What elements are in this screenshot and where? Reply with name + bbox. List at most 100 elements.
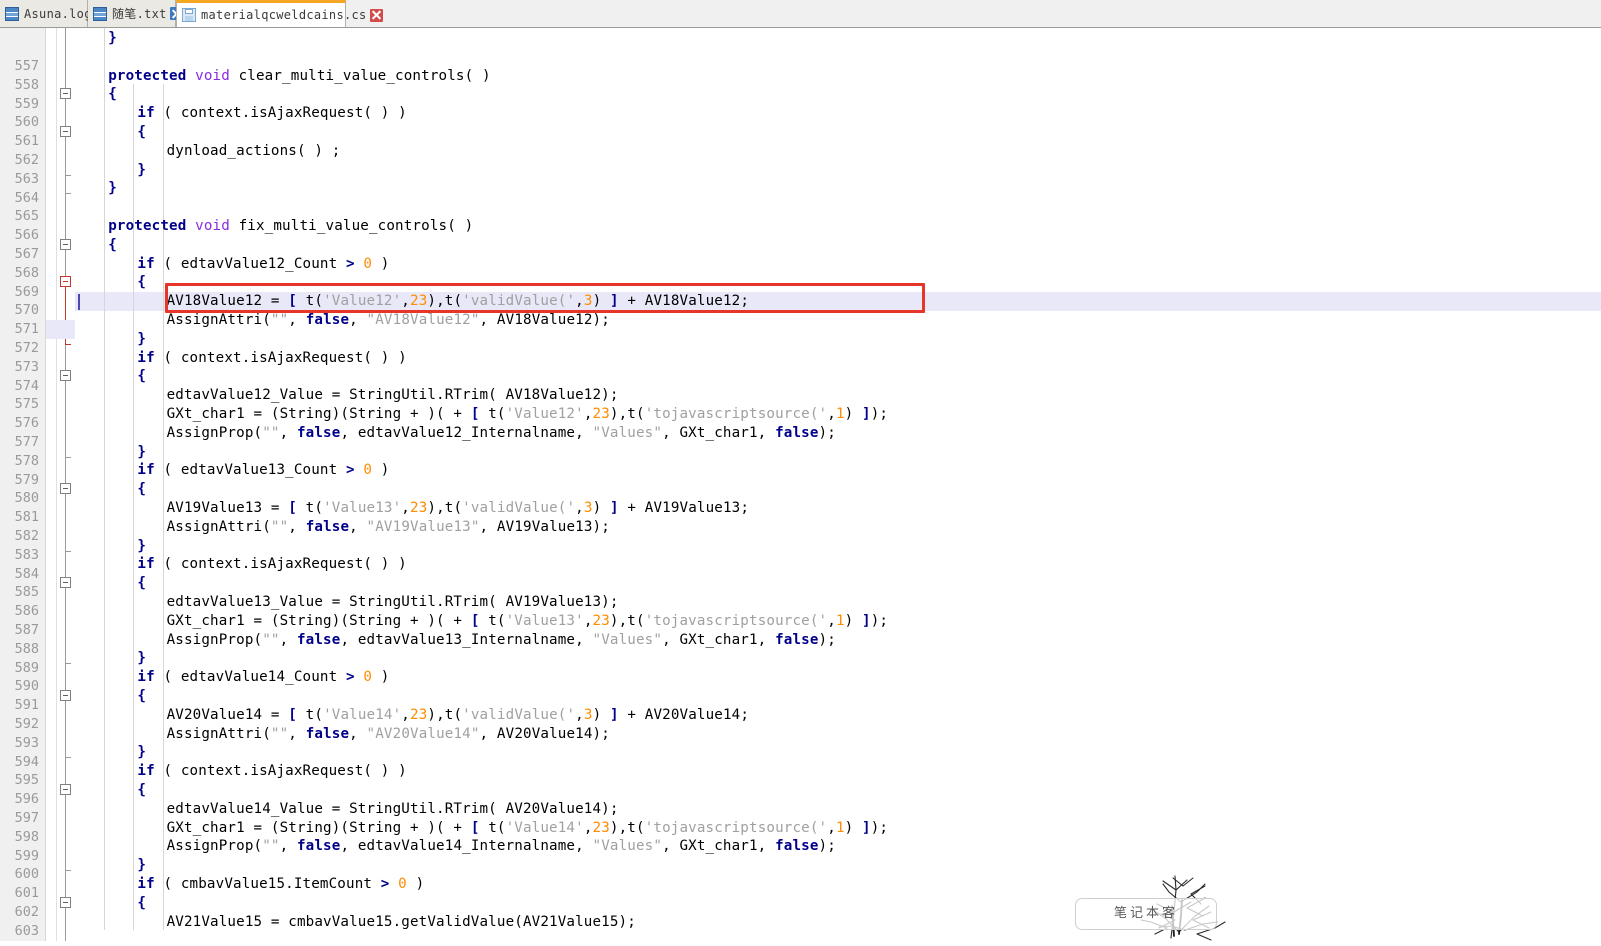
code-line[interactable]: if ( cmbavValue15.ItemCount > 0 ) — [137, 875, 424, 894]
current-line-highlight-margin — [46, 320, 75, 339]
code-line[interactable]: edtavValue13_Value = StringUtil.RTrim( A… — [167, 593, 619, 612]
code-token-pln: ( edtavValue14_Count — [155, 669, 346, 685]
code-line[interactable]: AV19Value13 = [ t('Value13',23),t('valid… — [167, 499, 749, 518]
fold-end-marker — [65, 870, 71, 871]
code-token-typ: void — [195, 68, 230, 84]
code-token-kw: false — [306, 726, 349, 742]
line-number: 593 — [15, 734, 39, 753]
code-line[interactable]: edtavValue14_Value = StringUtil.RTrim( A… — [167, 800, 619, 819]
code-token-pln: , GXt_char1, — [662, 632, 775, 648]
code-line[interactable]: AssignAttri("", false, "AV19Value13", AV… — [167, 518, 610, 537]
code-line[interactable]: AV18Value12 = [ t('Value12',23),t('valid… — [167, 292, 749, 311]
code-token-brc: } — [137, 650, 146, 666]
code-token-pln: AV21Value15 = cmbavValue15.getValidValue… — [167, 914, 636, 930]
code-line[interactable]: if ( edtavValue14_Count > 0 ) — [137, 668, 389, 687]
code-line[interactable]: edtavValue12_Value = StringUtil.RTrim( A… — [167, 386, 619, 405]
fold-end-marker — [65, 663, 71, 664]
fold-end-marker — [65, 344, 71, 345]
code-line[interactable]: if ( context.isAjaxRequest( ) ) — [137, 349, 406, 368]
code-line[interactable]: } — [137, 649, 146, 668]
code-token-pln: AV18Value12 = — [167, 293, 289, 309]
code-token-pln: ),t( — [610, 613, 645, 629]
code-line[interactable]: } — [108, 29, 117, 48]
code-line[interactable]: { — [137, 123, 146, 142]
code-token-pln: dynload_actions( ) ; — [167, 143, 341, 159]
code-token-kw: false — [775, 425, 818, 441]
code-line[interactable]: protected void fix_multi_value_controls(… — [108, 217, 473, 236]
line-number: 568 — [15, 264, 39, 283]
fold-collapse-icon[interactable] — [60, 370, 71, 381]
code-token-num: 23 — [410, 293, 427, 309]
close-icon[interactable] — [370, 9, 383, 22]
code-line[interactable]: } — [137, 856, 146, 875]
fold-collapse-icon[interactable] — [60, 784, 71, 795]
code-editor-area[interactable]: 5575585595605615625635645655665675685695… — [0, 28, 1601, 941]
code-line[interactable]: AV20Value14 = [ t('Value14',23),t('valid… — [167, 706, 749, 725]
code-token-num: 23 — [410, 707, 427, 723]
code-token-kw: if — [137, 350, 154, 366]
code-token-str: "" — [271, 726, 288, 742]
code-line[interactable]: } — [137, 743, 146, 762]
code-line[interactable]: } — [108, 179, 117, 198]
fold-collapse-icon[interactable] — [60, 897, 71, 908]
code-line[interactable]: if ( context.isAjaxRequest( ) ) — [137, 555, 406, 574]
fold-collapse-icon[interactable] — [60, 276, 71, 287]
editor-tab-1[interactable]: Asuna.log — [0, 0, 88, 27]
line-number: 584 — [15, 565, 39, 584]
code-line[interactable]: if ( edtavValue13_Count > 0 ) — [137, 461, 389, 480]
fold-collapse-icon[interactable] — [60, 88, 71, 99]
code-token-pln: t( — [297, 293, 323, 309]
bookmark-margin[interactable] — [46, 28, 57, 941]
line-number: 573 — [15, 358, 39, 377]
code-line[interactable]: GXt_char1 = (String)(String + )( + [ t('… — [167, 405, 889, 424]
code-line[interactable]: { — [108, 236, 117, 255]
fold-collapse-icon[interactable] — [60, 483, 71, 494]
code-token-brc: { — [137, 895, 146, 911]
code-token-pln: , — [575, 293, 584, 309]
line-number: 572 — [15, 339, 39, 358]
code-text-canvas[interactable]: } protected void clear_multi_value_contro… — [75, 28, 1601, 941]
code-token-brc: } — [108, 180, 117, 196]
code-line[interactable]: protected void clear_multi_value_control… — [108, 67, 490, 86]
code-line[interactable]: GXt_char1 = (String)(String + )( + [ t('… — [167, 819, 889, 838]
code-line[interactable]: { — [137, 687, 146, 706]
code-line[interactable]: if ( context.isAjaxRequest( ) ) — [137, 762, 406, 781]
code-line[interactable]: } — [137, 537, 146, 556]
line-number: 560 — [15, 113, 39, 132]
code-line[interactable]: { — [137, 367, 146, 386]
code-token-kw: false — [306, 519, 349, 535]
code-line[interactable]: { — [137, 273, 146, 292]
fold-collapse-icon[interactable] — [60, 239, 71, 250]
fold-collapse-icon[interactable] — [60, 126, 71, 137]
editor-tab-3[interactable]: materialqcweldcains.cs — [176, 0, 346, 27]
code-line[interactable]: AssignAttri("", false, "AV20Value14", AV… — [167, 725, 610, 744]
code-line[interactable]: AssignProp("", false, edtavValue13_Inter… — [167, 631, 836, 650]
code-line[interactable]: if ( edtavValue12_Count > 0 ) — [137, 255, 389, 274]
editor-tab-2[interactable]: 随笔.txt — [88, 0, 176, 27]
code-line[interactable]: { — [137, 781, 146, 800]
code-line[interactable]: } — [137, 443, 146, 462]
code-line[interactable]: GXt_char1 = (String)(String + )( + [ t('… — [167, 612, 889, 631]
code-line[interactable]: { — [108, 85, 117, 104]
code-line[interactable]: { — [137, 480, 146, 499]
code-line[interactable]: AssignAttri("", false, "AV18Value12", AV… — [167, 311, 610, 330]
fold-end-marker — [65, 757, 71, 758]
code-line[interactable]: AssignProp("", false, edtavValue14_Inter… — [167, 837, 836, 856]
code-line[interactable]: } — [137, 161, 146, 180]
code-line[interactable]: dynload_actions( ) ; — [167, 142, 341, 161]
code-token-kw: if — [137, 462, 154, 478]
code-token-pln: , — [349, 726, 366, 742]
code-line[interactable]: } — [137, 330, 146, 349]
code-line[interactable]: { — [137, 574, 146, 593]
code-token-pln: , — [349, 519, 366, 535]
code-token-kw: if — [137, 556, 154, 572]
code-line[interactable]: { — [137, 894, 146, 913]
code-token-pln: ),t( — [610, 820, 645, 836]
fold-collapse-icon[interactable] — [60, 690, 71, 701]
code-token-str: "Values" — [593, 425, 663, 441]
code-line[interactable]: AssignProp("", false, edtavValue12_Inter… — [167, 424, 836, 443]
code-folding-margin[interactable] — [57, 28, 75, 941]
fold-collapse-icon[interactable] — [60, 577, 71, 588]
code-line[interactable]: if ( context.isAjaxRequest( ) ) — [137, 104, 406, 123]
code-line[interactable]: AV21Value15 = cmbavValue15.getValidValue… — [167, 913, 636, 932]
